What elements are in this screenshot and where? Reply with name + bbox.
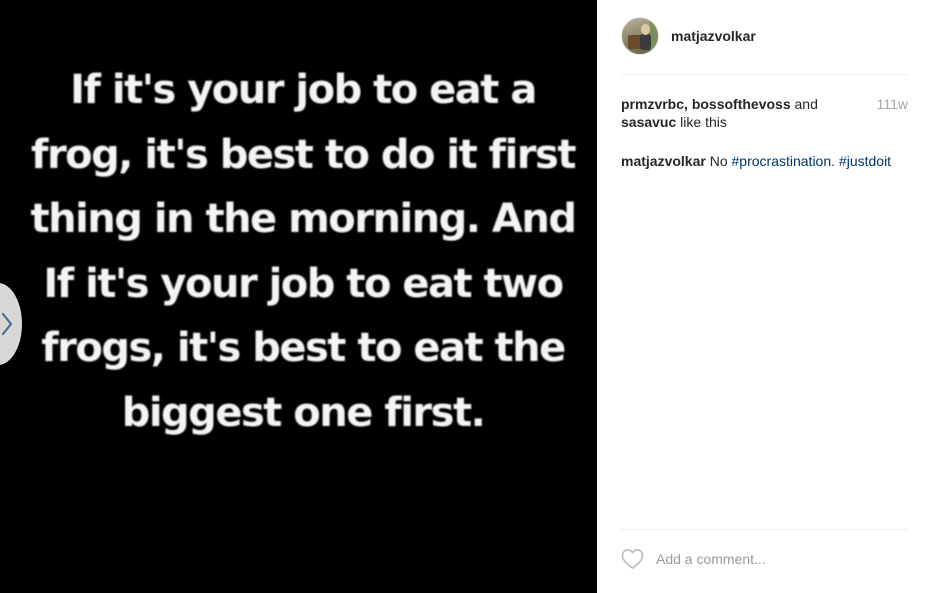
liker-link[interactable]: bossofthevoss xyxy=(692,96,791,112)
comment-input[interactable] xyxy=(656,551,896,567)
caption-author-link[interactable]: matjazvolkar xyxy=(621,153,706,169)
liker-link[interactable]: prmzvrbc xyxy=(621,96,684,112)
post-timestamp[interactable]: 111w xyxy=(877,95,908,113)
avatar[interactable] xyxy=(621,17,659,55)
likes-separator: , xyxy=(684,96,692,112)
caption-text: No xyxy=(705,153,732,169)
likes-suffix: like this xyxy=(676,114,727,130)
post-caption: matjazvolkar No #procrastination. #justd… xyxy=(621,152,916,170)
caption-text: . xyxy=(831,153,839,169)
quote-line: frogs, it's best to eat the xyxy=(41,325,566,371)
post-sidebar: matjazvolkar prmzvrbc, bossofthevoss and… xyxy=(597,0,931,593)
post-image: If it's your job to eat a frog, it's bes… xyxy=(0,0,597,593)
liker-link[interactable]: sasavuc xyxy=(621,114,676,130)
hashtag-link[interactable]: #procrastination xyxy=(732,153,832,169)
header-divider xyxy=(621,74,908,75)
quote-line: If it's your job to eat two xyxy=(43,260,564,307)
comment-divider xyxy=(621,529,908,530)
quote-line: thing in the morning. And xyxy=(30,196,577,242)
quote-line: If it's your job to eat a xyxy=(70,67,537,113)
chevron-left-icon xyxy=(1,312,13,336)
likes-separator: and xyxy=(790,96,818,112)
username-link[interactable]: matjazvolkar xyxy=(671,28,756,44)
quote-text: If it's your job to eat a frog, it's bes… xyxy=(18,58,588,445)
likes-summary: prmzvrbc, bossofthevoss and sasavuc like … xyxy=(621,95,851,131)
quote-line: biggest one first. xyxy=(121,389,486,436)
heart-outline-icon[interactable] xyxy=(621,548,644,570)
quote-line: frog, it's best to do it first xyxy=(31,131,576,178)
hashtag-link[interactable]: #justdoit xyxy=(839,153,891,169)
post-header: matjazvolkar xyxy=(621,16,756,56)
comment-bar xyxy=(621,548,896,570)
